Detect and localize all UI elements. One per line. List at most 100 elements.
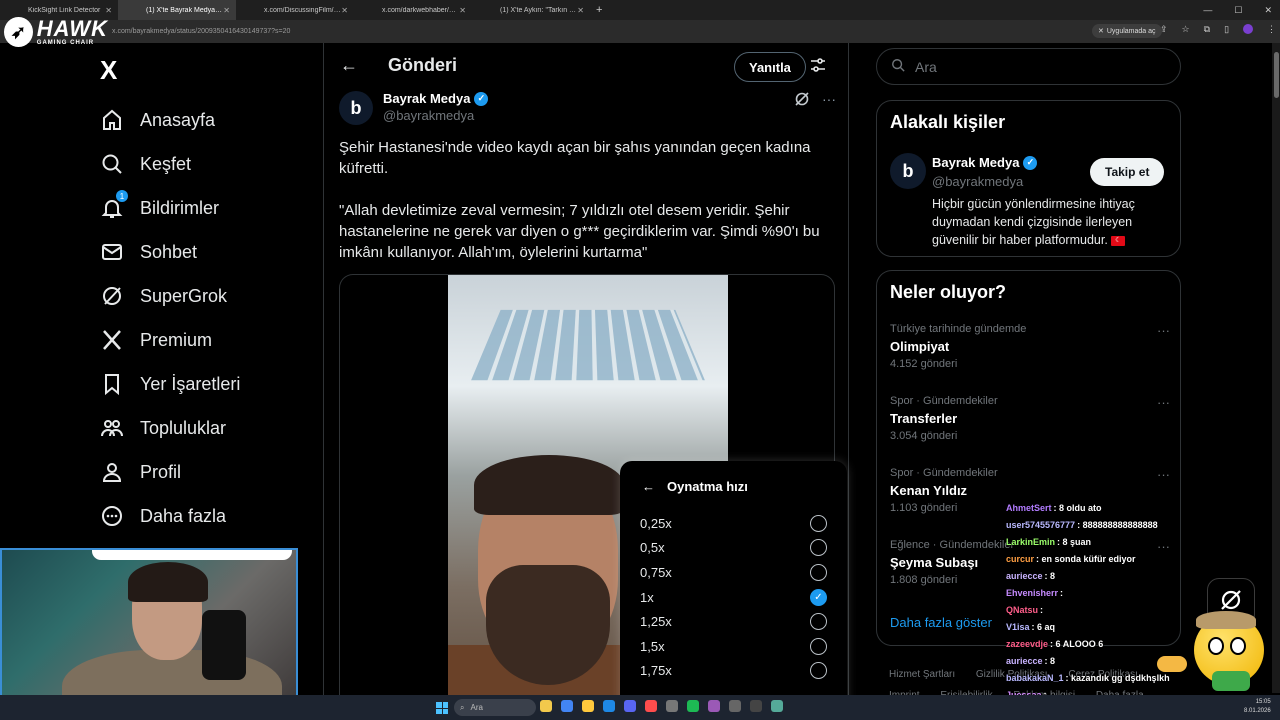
footer-link[interactable]: Hizmet Şartları [889,669,955,680]
verified-badge-icon: ✓ [474,91,489,106]
more-options-icon[interactable]: ··· [1157,323,1170,338]
menu-dots-icon[interactable]: ⋮ [1267,24,1276,35]
reply-settings-icon[interactable] [810,57,826,78]
nav-item-bookmarks[interactable]: Yer İşaretleri [100,362,240,406]
browser-tab[interactable]: x.com/DiscussingFilm/status/2✕ [236,0,354,20]
post-author[interactable]: b Bayrak Medya ✓ @bayrakmedya [339,91,489,125]
grok-icon[interactable] [794,91,810,110]
author-name[interactable]: Bayrak Medya [383,91,470,106]
file-explorer-icon[interactable] [540,700,552,712]
nav-item-more[interactable]: Daha fazla [100,494,240,538]
speed-option[interactable]: 1,5x [620,634,847,659]
url-field[interactable]: x.com/bayrakmedya/status/200935041643014… [112,24,1092,39]
grok-icon [100,284,124,308]
related-handle[interactable]: @bayrakmedya [932,174,1023,189]
nav-item-profile[interactable]: Profil [100,450,240,494]
people-icon [100,416,124,440]
radio-checked-icon[interactable]: ✓ [810,588,827,606]
back-arrow-icon[interactable]: ← [340,55,358,76]
windows-start-icon[interactable] [436,702,448,714]
taskbar-apps [540,700,783,712]
browser-tab[interactable]: (1) X'te Aykırı: "Tarkın altında ki✕ [472,0,590,20]
radio-icon[interactable] [810,514,827,532]
app-icon[interactable] [708,700,720,712]
taskbar-clock[interactable]: 15:05 8.01.2026 [1244,698,1271,716]
radio-icon[interactable] [810,662,827,680]
radio-icon[interactable] [810,539,827,557]
chat-username: auriecce [1006,571,1043,581]
radio-icon[interactable] [810,563,827,581]
open-in-app-chip[interactable]: ✕ Uygulamada aç [1092,24,1162,38]
show-more-link[interactable]: Daha fazla göster [890,615,992,630]
author-handle[interactable]: @bayrakmedya [383,108,488,123]
scrollbar-track[interactable] [1272,43,1280,693]
nav-item-notifications[interactable]: 1 Bildirimler [100,186,240,230]
trend-item[interactable]: Türkiye tarihinde gündemde Olimpiyat 4.1… [890,323,1170,370]
minimize-icon[interactable]: — [1203,5,1212,15]
nav-item-communities[interactable]: Topluluklar [100,406,240,450]
new-tab-icon[interactable]: + [590,4,602,16]
close-tab-icon[interactable]: ✕ [459,6,466,15]
maximize-icon[interactable]: ☐ [1234,5,1242,16]
chat-message: AhmetSert: 8 oldu ato [1006,503,1102,513]
related-people-card: Alakalı kişiler b Bayrak Medya ✓ @bayrakm… [876,100,1181,257]
edge-icon[interactable] [603,700,615,712]
speed-option[interactable]: 0,5x [620,536,847,561]
obs-icon[interactable] [645,700,657,712]
app-icon[interactable] [750,700,762,712]
close-window-icon[interactable]: ✕ [1264,5,1272,16]
follow-button[interactable]: Takip et [1090,158,1165,186]
app-icon[interactable] [771,700,783,712]
close-tab-icon[interactable]: ✕ [223,6,230,15]
radio-icon[interactable] [810,613,827,631]
more-options-icon[interactable]: ··· [822,91,836,110]
speed-option[interactable]: 1,75x [620,659,847,684]
notification-badge: 1 [116,190,128,202]
author-avatar[interactable]: b [339,91,373,125]
nav-item-home[interactable]: Anasayfa [100,98,240,142]
chat-message: QNatsu: [1006,605,1044,615]
star-icon[interactable]: ☆ [1182,24,1190,35]
speed-option[interactable]: 0,75x [620,560,847,585]
speed-option[interactable]: 0,25x [620,511,847,536]
app-icon[interactable] [666,700,678,712]
folder-icon[interactable] [582,700,594,712]
app-icon: ✕ [1098,28,1104,35]
extensions-icon[interactable]: ⧉ [1204,24,1210,35]
nav-item-supergrok[interactable]: SuperGrok [100,274,240,318]
taskbar-search[interactable]: ⌕ Ara [454,699,536,716]
bell-icon: 1 [100,190,128,220]
speed-option[interactable]: 1,25x [620,609,847,634]
x-icon [100,328,124,352]
reply-button[interactable]: Yanıtla [734,52,806,82]
related-name[interactable]: Bayrak Medya [932,155,1019,170]
browser-tab[interactable]: x.com/darkwebhaber/status/20✕ [354,0,472,20]
x-logo[interactable]: X [100,55,117,86]
more-options-icon[interactable]: ··· [1157,467,1170,482]
trend-item[interactable]: Spor · Gündemdekiler Transferler 3.054 g… [890,395,1170,442]
discord-icon[interactable] [624,700,636,712]
nav-item-premium[interactable]: Premium [100,318,240,362]
back-arrow-icon[interactable]: ← [642,479,655,494]
radio-icon[interactable] [810,637,827,655]
close-tab-icon[interactable]: ✕ [577,6,584,15]
profile-avatar[interactable] [1243,24,1254,34]
spotify-icon[interactable] [687,700,699,712]
scrollbar-thumb[interactable] [1274,52,1279,98]
related-avatar[interactable]: b [890,153,926,189]
speed-option-selected[interactable]: 1x ✓ [620,585,847,610]
nav-item-messages[interactable]: Sohbet [100,230,240,274]
app-icon[interactable] [729,700,741,712]
share-icon[interactable]: ⇪ [1160,24,1168,35]
browser-tab-active[interactable]: (1) X'te Bayrak Medya: "Şehir✕ [118,0,236,20]
chrome-icon[interactable] [561,700,573,712]
close-tab-icon[interactable]: ✕ [341,6,348,15]
search-input[interactable]: Ara [876,48,1181,85]
stream-chat-overlay: AhmetSert: 8 oldu ato user5745576777: 88… [1006,500,1178,704]
sidebar-icon[interactable]: ▯ [1224,24,1229,35]
verified-badge-icon: ✓ [1023,155,1038,170]
nav-item-explore[interactable]: Keşfet [100,142,240,186]
more-circle-icon [100,504,124,528]
more-options-icon[interactable]: ··· [1157,395,1170,410]
emote-hand [1157,656,1187,672]
